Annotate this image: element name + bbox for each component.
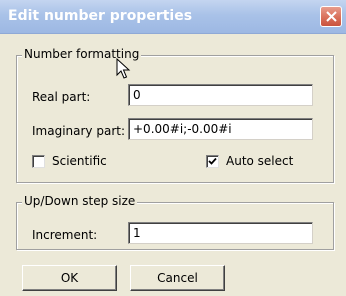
auto-select-label[interactable]: Auto select xyxy=(226,154,293,168)
close-icon xyxy=(326,11,337,22)
step-size-legend: Up/Down step size xyxy=(22,194,138,208)
imaginary-part-field[interactable]: +0.00#i;-0.00#i xyxy=(128,118,313,140)
title-bar[interactable]: Edit number properties xyxy=(0,0,346,34)
imaginary-part-label: Imaginary part: xyxy=(32,124,125,138)
real-part-label: Real part: xyxy=(32,90,91,104)
ok-button[interactable]: OK xyxy=(22,265,117,291)
window-title: Edit number properties xyxy=(8,8,193,24)
dialog-window: Edit number properties Number formatting… xyxy=(0,0,346,296)
increment-field[interactable]: 1 xyxy=(128,222,313,244)
increment-label: Increment: xyxy=(32,228,98,242)
scientific-checkbox[interactable] xyxy=(32,155,45,168)
real-part-field[interactable]: 0 xyxy=(128,84,313,106)
auto-select-checkbox[interactable] xyxy=(206,155,219,168)
checkmark-icon xyxy=(208,157,217,165)
cancel-button[interactable]: Cancel xyxy=(130,265,225,291)
mouse-cursor-icon xyxy=(116,58,131,79)
scientific-label[interactable]: Scientific xyxy=(52,154,107,168)
close-button[interactable] xyxy=(320,6,342,27)
